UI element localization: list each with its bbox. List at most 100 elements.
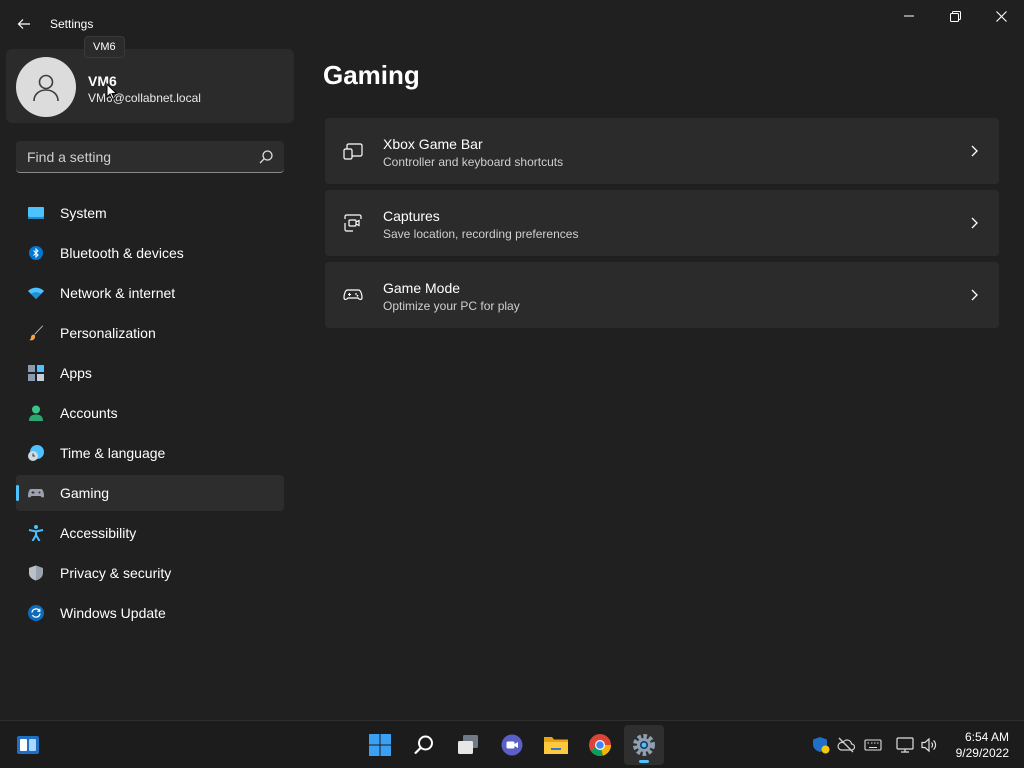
- task-view-icon: [458, 735, 478, 754]
- clock-date: 9/29/2022: [955, 746, 1009, 760]
- accessibility-icon: [28, 525, 44, 541]
- card-subtitle: Controller and keyboard shortcuts: [383, 155, 564, 169]
- sidebar-item-label: Apps: [60, 365, 92, 381]
- restore-button[interactable]: [932, 0, 978, 32]
- widgets-icon: [17, 736, 39, 754]
- sidebar-item-accessibility[interactable]: Accessibility: [16, 515, 284, 551]
- sidebar-item-label: Accessibility: [60, 525, 137, 541]
- start-button[interactable]: [360, 725, 400, 765]
- clock-time: 6:54 AM: [964, 730, 1009, 744]
- chrome-icon: [589, 734, 611, 757]
- sidebar-nav: System Bluetooth & devices Network & int…: [16, 195, 284, 635]
- search-box[interactable]: [16, 141, 284, 173]
- update-icon: [28, 605, 44, 621]
- close-icon: [995, 10, 1007, 22]
- shield-icon: [28, 565, 44, 581]
- close-button[interactable]: [978, 0, 1024, 32]
- teams-chat-icon: [501, 734, 523, 756]
- account-card[interactable]: VM6 VM6@collabnet.local: [6, 49, 294, 123]
- chevron-right-icon: [971, 145, 978, 157]
- system-icon: [28, 205, 44, 221]
- sidebar-item-accounts[interactable]: Accounts: [16, 395, 284, 431]
- sidebar-item-personalization[interactable]: Personalization: [16, 315, 284, 351]
- sidebar-item-label: Bluetooth & devices: [60, 245, 184, 261]
- minimize-button[interactable]: [886, 0, 932, 32]
- mouse-cursor-icon: [106, 83, 118, 101]
- controller-icon: [343, 289, 363, 301]
- search-input[interactable]: [16, 141, 246, 172]
- chrome-button[interactable]: [580, 725, 620, 765]
- windows-security-tray[interactable]: [812, 736, 830, 754]
- card-title: Xbox Game Bar: [383, 136, 483, 152]
- settings-icon: [633, 734, 655, 756]
- taskbar-search-button[interactable]: [404, 725, 444, 765]
- card-title: Game Mode: [383, 280, 461, 296]
- volume-tray[interactable]: [920, 736, 938, 754]
- sidebar-item-time-language[interactable]: Time & language: [16, 435, 284, 471]
- chat-button[interactable]: [492, 725, 532, 765]
- chevron-right-icon: [971, 289, 978, 301]
- card-subtitle: Save location, recording preferences: [383, 227, 579, 241]
- back-button[interactable]: [10, 10, 38, 38]
- app-title: Settings: [50, 17, 94, 31]
- card-subtitle: Optimize your PC for play: [383, 299, 520, 313]
- minimize-icon: [904, 15, 914, 17]
- search-icon: [414, 735, 433, 755]
- start-icon: [369, 734, 391, 756]
- keyboard-tray[interactable]: [864, 736, 882, 754]
- gamepad-icon: [28, 485, 44, 501]
- back-arrow-icon: [17, 19, 30, 29]
- captures-card[interactable]: Captures Save location, recording prefer…: [325, 190, 999, 256]
- active-app-indicator: [639, 760, 649, 763]
- avatar: [16, 57, 76, 117]
- file-explorer-button[interactable]: [536, 725, 576, 765]
- sidebar-item-apps[interactable]: Apps: [16, 355, 284, 391]
- windows-security-icon: [813, 737, 830, 754]
- taskbar-clock[interactable]: 6:54 AM 9/29/2022: [956, 729, 1009, 761]
- wifi-icon: [28, 285, 44, 301]
- card-title: Captures: [383, 208, 440, 224]
- widgets-button[interactable]: [8, 725, 48, 765]
- user-avatar-icon: [33, 74, 59, 102]
- task-view-button[interactable]: [448, 725, 488, 765]
- network-tray[interactable]: [896, 736, 914, 754]
- sidebar-item-label: Accounts: [60, 405, 118, 421]
- volume-icon: [921, 737, 937, 753]
- onedrive-tray[interactable]: [837, 736, 855, 754]
- sidebar-item-label: Time & language: [60, 445, 166, 461]
- game-mode-card[interactable]: Game Mode Optimize your PC for play: [325, 262, 999, 328]
- sidebar-item-windows-update[interactable]: Windows Update: [16, 595, 284, 631]
- chevron-right-icon: [971, 217, 978, 229]
- game-bar-icon: [343, 143, 363, 160]
- xbox-game-bar-card[interactable]: Xbox Game Bar Controller and keyboard sh…: [325, 118, 999, 184]
- sidebar-item-label: Personalization: [60, 325, 156, 341]
- onedrive-offline-icon: [837, 737, 855, 753]
- sidebar-item-label: Windows Update: [60, 605, 166, 621]
- bluetooth-icon: [28, 245, 44, 261]
- apps-icon: [28, 365, 44, 381]
- keyboard-icon: [864, 739, 882, 751]
- file-explorer-icon: [544, 737, 568, 754]
- capture-icon: [344, 214, 362, 232]
- page-title: Gaming: [323, 60, 420, 90]
- accounts-icon: [28, 405, 44, 421]
- sidebar-item-label: Gaming: [60, 485, 110, 501]
- search-icon[interactable]: [258, 149, 274, 165]
- sidebar-item-label: Network & internet: [60, 285, 176, 301]
- taskbar: 6:54 AM 9/29/2022: [0, 720, 1024, 768]
- title-bar: Settings: [0, 0, 1024, 40]
- sidebar-item-gaming[interactable]: Gaming: [16, 475, 284, 511]
- account-email: VM6@collabnet.local: [88, 91, 201, 105]
- sidebar-item-privacy[interactable]: Privacy & security: [16, 555, 284, 591]
- sidebar-item-label: System: [60, 205, 107, 221]
- sidebar-item-network[interactable]: Network & internet: [16, 275, 284, 311]
- brush-icon: [28, 325, 44, 341]
- sidebar-item-label: Privacy & security: [60, 565, 172, 581]
- sidebar-item-bluetooth[interactable]: Bluetooth & devices: [16, 235, 284, 271]
- settings-button[interactable]: [624, 725, 664, 765]
- network-icon: [896, 737, 914, 753]
- sidebar-item-system[interactable]: System: [16, 195, 284, 231]
- globe-clock-icon: [28, 445, 44, 461]
- account-tooltip: VM6: [84, 36, 125, 58]
- restore-icon: [949, 10, 961, 22]
